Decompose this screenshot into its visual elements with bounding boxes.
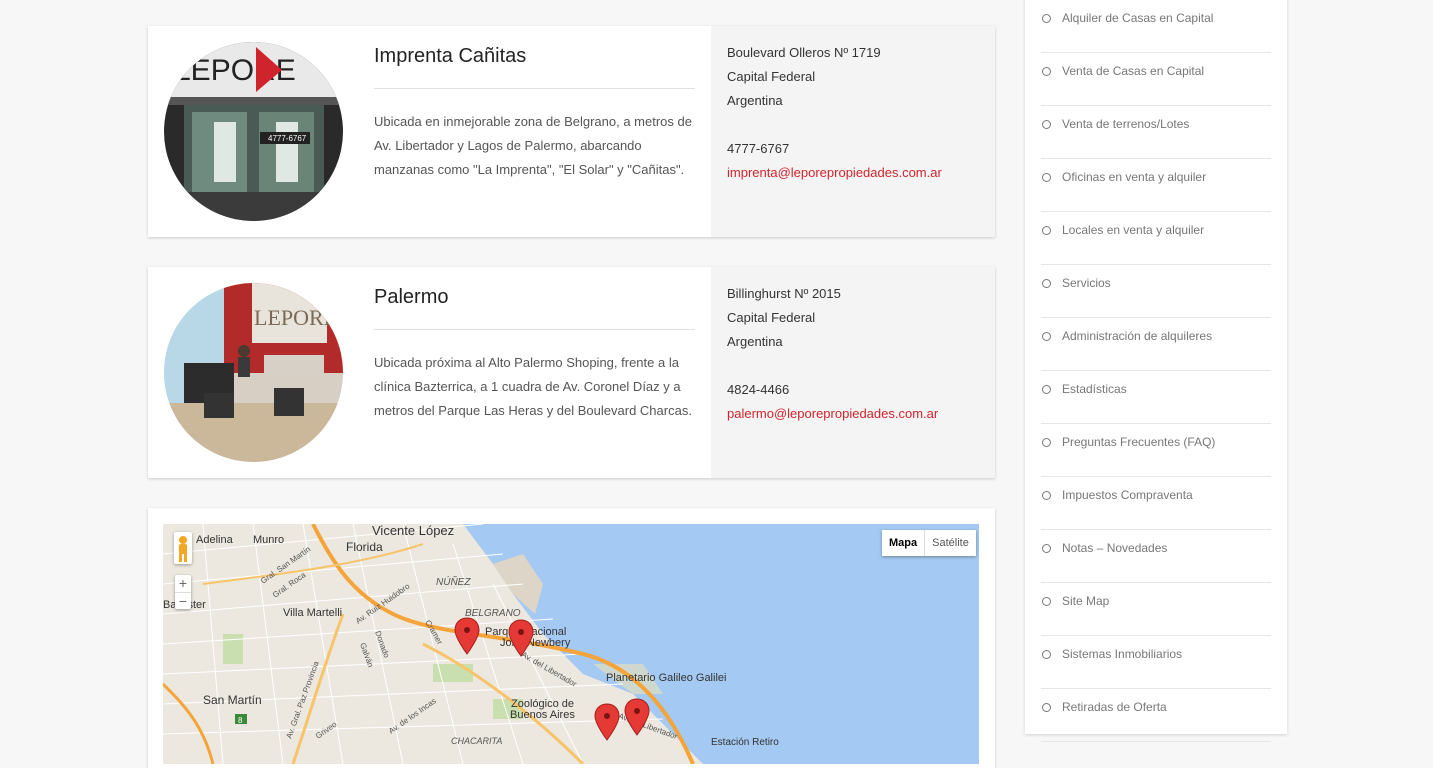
map-card: Vicente López Adelina Munro Florida NÚÑE… (148, 508, 995, 768)
sidebar-item-label: Administración de alquileres (1062, 329, 1213, 343)
address-line: Boulevard Olleros Nº 1719 (727, 45, 881, 60)
sidebar-item-label: Venta de terrenos/Lotes (1062, 117, 1190, 131)
address-city: Capital Federal (727, 69, 816, 84)
address-country: Argentina (727, 334, 783, 349)
map-type-control: Mapa Satélite (882, 530, 976, 556)
sidebar-item-label: Oficinas en venta y alquiler (1062, 170, 1207, 184)
map-type-satellite-button[interactable]: Satélite (925, 530, 976, 556)
sidebar-item-label: Preguntas Frecuentes (FAQ) (1062, 435, 1216, 449)
sidebar-item-venta-casas[interactable]: Venta de Casas en Capital (1041, 53, 1271, 106)
sidebar-item-label: Impuestos Compraventa (1062, 488, 1193, 502)
map-label: Adelina (196, 534, 234, 546)
address-city: Capital Federal (727, 310, 816, 325)
sidebar-item-faq[interactable]: Preguntas Frecuentes (FAQ) (1041, 424, 1271, 477)
map-label: CHACARITA (451, 736, 502, 746)
sidebar-item-label: Servicios (1062, 276, 1111, 290)
zoom-in-button[interactable]: + (175, 575, 191, 593)
office-wall-sign-text: LEPORE (254, 305, 337, 330)
map-label: 8 (238, 716, 243, 725)
sidebar-item-venta-terrenos[interactable]: Venta de terrenos/Lotes (1041, 106, 1271, 159)
office-description: Ubicada próxima al Alto Palermo Shoping,… (374, 355, 692, 418)
office-contact-panel: Boulevard Olleros Nº 1719 Capital Federa… (711, 26, 995, 237)
map-label: Villa Martelli (283, 607, 342, 619)
office-email-link[interactable]: imprenta@leporepropiedades.com.ar (727, 165, 942, 180)
circle-bullet-icon (1042, 384, 1051, 394)
circle-bullet-icon (1042, 702, 1051, 712)
sidebar-item-impuestos[interactable]: Impuestos Compraventa (1041, 477, 1271, 530)
sidebar-item-estadisticas[interactable]: Estadísticas (1041, 371, 1271, 424)
map-label: San Martín (203, 693, 262, 707)
circle-bullet-icon (1042, 596, 1051, 606)
circle-bullet-icon (1042, 172, 1051, 182)
office-title: Imprenta Cañitas (374, 45, 695, 89)
sidebar-item-label: Estadísticas (1062, 382, 1127, 396)
sidebar-item-label: Sistemas Inmobiliarios (1062, 647, 1183, 661)
sidebar-item-label: Venta de Casas en Capital (1062, 64, 1205, 78)
office-email-link[interactable]: palermo@leporepropiedades.com.ar (727, 406, 938, 421)
circle-bullet-icon (1042, 119, 1051, 129)
sidebar-item-label: Retiradas de Oferta (1062, 700, 1167, 714)
sidebar-item-sistemas[interactable]: Sistemas Inmobiliarios (1041, 636, 1271, 689)
map-label: Florida (346, 540, 383, 554)
circle-bullet-icon (1042, 225, 1051, 235)
sidebar-item-label: Notas – Novedades (1062, 541, 1168, 555)
sidebar-item-notas[interactable]: Notas – Novedades (1041, 530, 1271, 583)
sidebar-item-administracion[interactable]: Administración de alquileres (1041, 318, 1271, 371)
sidebar-item-site-map[interactable]: Site Map (1041, 583, 1271, 636)
circle-bullet-icon (1042, 649, 1051, 659)
map-label: Buenos Aires (510, 709, 575, 721)
sidebar-item-alquiler-casas[interactable]: Alquiler de Casas en Capital (1041, 0, 1271, 53)
street-view-pegman-icon[interactable] (174, 532, 192, 564)
office-card-imprenta: LEPORE 4777-6767 Imprenta Cañitas Ubicad… (148, 26, 995, 237)
office-phone: 4824-4466 (727, 382, 790, 397)
map-label: Munro (253, 534, 284, 546)
map-label: NÚÑEZ (436, 575, 471, 588)
storefront-phone-text: 4777-6767 (268, 134, 307, 143)
google-map[interactable]: Vicente López Adelina Munro Florida NÚÑE… (163, 524, 979, 764)
office-photo-palermo: LEPORE (164, 283, 343, 462)
sidebar-menu: Alquiler de Casas en Capital Venta de Ca… (1025, 0, 1287, 742)
sidebar-item-oficinas[interactable]: Oficinas en venta y alquiler (1041, 159, 1271, 212)
circle-bullet-icon (1042, 331, 1051, 341)
circle-bullet-icon (1042, 490, 1051, 500)
map-type-map-button[interactable]: Mapa (882, 530, 926, 556)
map-label: Planetario Galileo Galilei (606, 672, 726, 684)
map-label: Estación Retiro (711, 737, 779, 748)
circle-bullet-icon (1042, 278, 1051, 288)
circle-bullet-icon (1042, 437, 1051, 447)
address-country: Argentina (727, 93, 783, 108)
map-canvas: Vicente López Adelina Munro Florida NÚÑE… (163, 524, 979, 764)
sidebar-item-label: Alquiler de Casas en Capital (1062, 11, 1214, 25)
sidebar-item-label: Locales en venta y alquiler (1062, 223, 1205, 237)
map-label: BELGRANO (465, 608, 521, 619)
office-photo-imprenta: LEPORE 4777-6767 (164, 42, 343, 221)
office-phone: 4777-6767 (727, 141, 790, 156)
storefront-photo: LEPORE 4777-6767 (164, 42, 343, 221)
office-card-palermo: LEPORE Palermo Ubicada próxima al Alto P… (148, 267, 995, 478)
office-description: Ubicada en inmejorable zona de Belgrano,… (374, 114, 692, 177)
sidebar-item-locales[interactable]: Locales en venta y alquiler (1041, 212, 1271, 265)
office-interior-photo: LEPORE (164, 283, 343, 462)
circle-bullet-icon (1042, 66, 1051, 76)
address-line: Billinghurst Nº 2015 (727, 286, 841, 301)
office-title: Palermo (374, 286, 695, 330)
circle-bullet-icon (1042, 543, 1051, 553)
zoom-control: + − (175, 575, 191, 609)
sidebar-item-retiradas[interactable]: Retiradas de Oferta (1041, 689, 1271, 742)
sidebar-item-label: Site Map (1062, 594, 1110, 608)
map-label: Vicente López (372, 524, 454, 538)
circle-bullet-icon (1042, 13, 1051, 23)
zoom-out-button[interactable]: − (175, 593, 191, 610)
office-contact-panel: Billinghurst Nº 2015 Capital Federal Arg… (711, 267, 995, 478)
sidebar-item-servicios[interactable]: Servicios (1041, 265, 1271, 318)
